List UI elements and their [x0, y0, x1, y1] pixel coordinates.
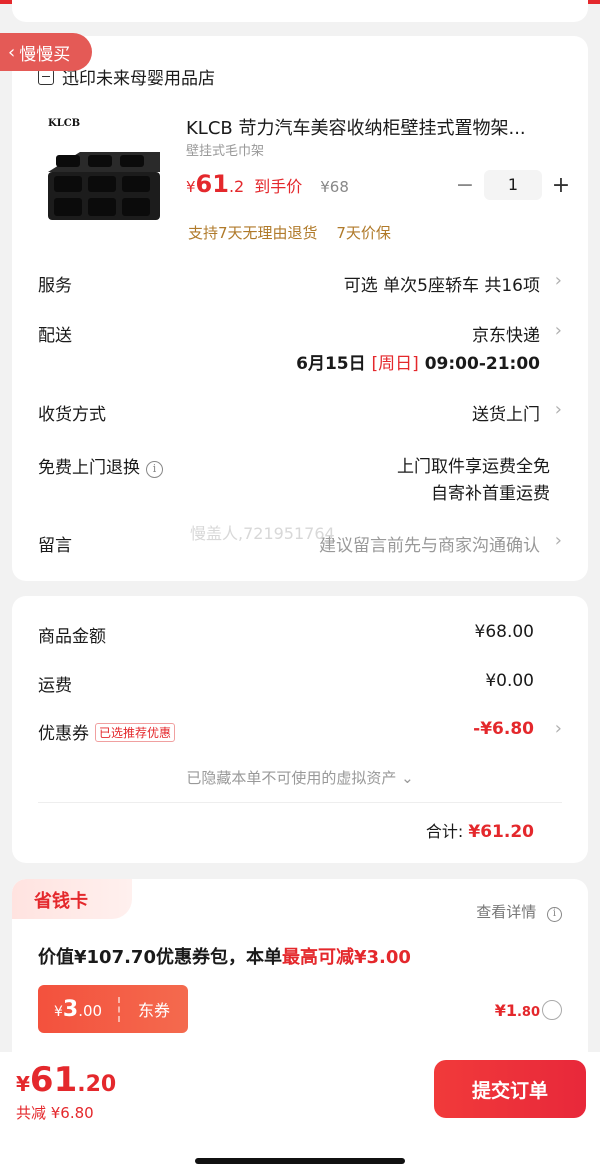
delivery-value[interactable]: 京东快递 [472, 321, 540, 346]
coupon-ticket[interactable]: ¥3.00 东券 [38, 985, 188, 1033]
free-return-line2: 自寄补首重运费 [431, 484, 550, 504]
info-icon[interactable]: i [146, 461, 163, 478]
increase-quantity-button[interactable]: + [548, 173, 574, 198]
divider [38, 802, 562, 803]
shipping-label: 运费 [38, 676, 72, 696]
quantity-stepper: − 1 + [452, 170, 574, 200]
goods-amount-value: ¥68.00 [474, 622, 534, 642]
chevron-down-icon: ⌄ [401, 769, 414, 787]
home-indicator [195, 1158, 405, 1164]
delivery-label: 配送 [38, 326, 72, 346]
save-card: 省钱卡 查看详情 i 价值¥107.70优惠券包，本单最高可减¥3.00 ¥3.… [12, 879, 588, 1079]
chevron-right-icon[interactable]: › [555, 530, 562, 551]
delivery-date: 6月15日 [296, 354, 366, 374]
previous-card [12, 0, 588, 22]
original-price: ¥68 [320, 178, 349, 196]
message-label: 留言 [38, 536, 72, 556]
brand-logo: KLCB [48, 118, 80, 129]
chevron-right-icon[interactable]: › [555, 270, 562, 291]
price-currency: ¥ [186, 178, 196, 196]
service-label: 服务 [38, 276, 72, 296]
watermark: 慢盖人,721951764 [190, 524, 335, 543]
save-price-decimal: .80 [516, 1005, 540, 1020]
coupon-currency: ¥ [53, 1003, 63, 1020]
price-decimal: .2 [228, 177, 245, 196]
receive-value[interactable]: 送货上门 [472, 400, 540, 425]
submit-order-button[interactable]: 提交订单 [434, 1060, 586, 1118]
info-icon: i [547, 907, 562, 922]
coupon-label: 优惠券 [38, 724, 89, 744]
quantity-value[interactable]: 1 [484, 170, 542, 200]
pay-total-integer: 61 [29, 1060, 78, 1100]
guarantee-price-protect: 7天价保 [336, 224, 391, 242]
hidden-assets-toggle[interactable]: 已隐藏本单不可使用的虚拟资产 ⌄ [12, 767, 588, 788]
coupon-decimal: .00 [78, 1001, 103, 1020]
product-image[interactable]: KLCB [40, 110, 170, 240]
delivery-time: 09:00-21:00 [424, 354, 540, 374]
free-return-label: 免费上门退换 i [38, 453, 163, 478]
save-card-radio[interactable] [542, 1000, 562, 1020]
save-card-detail-link[interactable]: 查看详情 i [476, 901, 562, 922]
message-input[interactable]: 建议留言前先与商家沟通确认 [319, 531, 540, 556]
headline-prefix: 价值¥107.70优惠券包，本单 [38, 947, 282, 968]
save-card-price: ¥1.80 [495, 1001, 540, 1020]
store-name: 迅印未来母婴用品店 [62, 69, 215, 89]
pay-total-decimal: .20 [77, 1072, 117, 1097]
guarantee-return: 支持7天无理由退货 [188, 224, 318, 242]
save-card-tag: 省钱卡 [12, 879, 132, 919]
free-return-line1: 上门取件享运费全免 [397, 457, 550, 477]
service-value[interactable]: 可选 单次5座轿车 共16项 [344, 271, 540, 296]
free-return-text: 免费上门退换 [38, 458, 140, 478]
save-price-integer: ¥1 [494, 1001, 517, 1020]
goods-amount-label: 商品金额 [38, 627, 106, 647]
guarantee-line: 支持7天无理由退货 7天价保 [188, 222, 405, 243]
receive-label: 收货方式 [38, 405, 106, 425]
total-value: ¥61.20 [468, 822, 534, 842]
detail-text: 查看详情 [476, 903, 537, 921]
delivery-schedule[interactable]: 6月15日 [周日] 09:00-21:00 [296, 349, 540, 374]
price-line: ¥ 61 .2 到手价 ¥68 [186, 170, 349, 198]
back-button[interactable]: ‹ 慢慢买 [0, 33, 92, 71]
chevron-right-icon[interactable]: › [555, 399, 562, 420]
decrease-quantity-button[interactable]: − [452, 173, 478, 198]
recommended-badge: 已选推荐优惠 [95, 723, 176, 742]
chevron-right-icon[interactable]: › [555, 320, 562, 341]
amount-card: 商品金额 ¥68.00 运费 ¥0.00 优惠券 已选推荐优惠 -¥6.80 › … [12, 596, 588, 863]
delivery-weekday: [周日] [371, 354, 419, 374]
pay-total: ¥ 61 .20 [16, 1060, 116, 1100]
total-label: 合计: [425, 822, 464, 841]
coupon-amount: ¥3.00 [38, 996, 120, 1022]
price-integer: 61 [195, 170, 229, 198]
total-line: 合计: ¥61.20 [426, 818, 534, 842]
product-title[interactable]: KLCB 苛力汽车美容收纳柜壁挂式置物架... [186, 114, 566, 140]
hidden-assets-text: 已隐藏本单不可使用的虚拟资产 [186, 769, 397, 787]
headline-highlight: 最高可减¥3.00 [281, 947, 411, 968]
coupon-value[interactable]: -¥6.80 [473, 719, 534, 739]
pay-total-currency: ¥ [16, 1072, 30, 1096]
product-spec: 壁挂式毛巾架 [186, 144, 265, 159]
coupon-integer: 3 [62, 996, 79, 1022]
back-button-label: 慢慢买 [19, 44, 71, 65]
total-discount: 共减 ¥6.80 [16, 1104, 94, 1122]
shipping-value: ¥0.00 [485, 671, 534, 691]
price-tag: 到手价 [254, 177, 303, 196]
coupon-type: 东券 [137, 1001, 170, 1020]
bottom-bar: ¥ 61 .20 共减 ¥6.80 提交订单 [0, 1052, 600, 1175]
chevron-right-icon[interactable]: › [555, 718, 562, 739]
chevron-left-icon: ‹ [8, 41, 16, 63]
save-card-headline: 价值¥107.70优惠券包，本单最高可减¥3.00 [38, 943, 411, 969]
coupon-label-row: 优惠券 已选推荐优惠 [38, 719, 176, 744]
order-card: 迅印未来母婴用品店 KLCB KLCB 苛力汽车美容收纳柜壁挂式置物架... 壁… [12, 36, 588, 581]
